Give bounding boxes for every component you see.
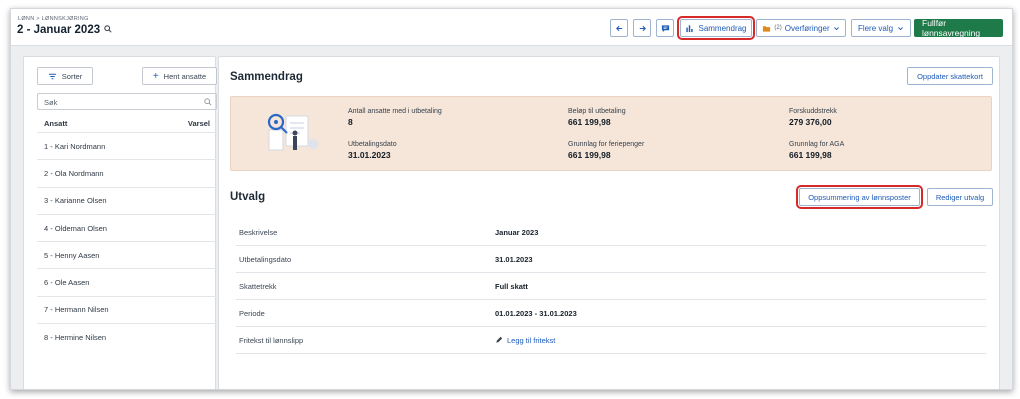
update-tax-card-button[interactable]: Oppdater skattekort [907, 67, 993, 85]
summary-aga-basis: Grunnlag for AGA 661 199,98 [789, 141, 844, 160]
summary-payment-date-value: 31.01.2023 [348, 150, 391, 160]
table-row: Fritekst til lønnslipp Legg til fritekst [236, 327, 986, 354]
transfers-label: Overføringer [784, 23, 830, 33]
column-alert[interactable]: Varsel [188, 119, 210, 128]
folder-icon [763, 25, 771, 32]
sort-icon [48, 73, 56, 79]
summary-amount-value: 661 199,98 [568, 117, 611, 127]
summary-tax: Forskuddstrekk 279 376,00 [789, 108, 837, 127]
summary-aga-basis-label: Grunnlag for AGA [789, 141, 845, 148]
transfers-count: (2) [774, 25, 782, 31]
summary-title: Sammendrag [230, 71, 303, 83]
table-row: Periode 01.01.2023 - 31.01.2023 [236, 300, 986, 327]
complete-payroll-button[interactable]: Fullfør lønnsavregning [914, 18, 1003, 38]
summary-employees: Antall ansatte med i utbetaling 8 [348, 108, 442, 127]
summary-employees-value: 8 [348, 117, 353, 127]
row-value: 31.01.2023 [495, 254, 533, 264]
add-free-text-link[interactable]: Legg til fritekst [495, 336, 555, 345]
summary-payment-date-label: Utbetalingsdato [348, 141, 397, 148]
page-title-text: 2 - Januar 2023 [17, 24, 101, 36]
selection-title: Utvalg [230, 191, 266, 203]
arrow-right-icon [639, 25, 646, 31]
list-item[interactable]: 4 - Oldeman Olsen [37, 213, 217, 241]
employee-list: 1 - Kari Nordmann 2 - Ola Nordmann 3 - K… [37, 132, 217, 350]
table-row: Skattetrekk Full skatt [236, 273, 986, 300]
row-value: Full skatt [495, 281, 528, 291]
summary-amount: Beløp til utbetaling 661 199,98 [568, 108, 626, 127]
employee-panel: Sorter + Hent ansatte Søk Ansatt Varsel … [23, 56, 217, 389]
summary-aga-basis-value: 661 199,98 [789, 150, 832, 160]
list-item[interactable]: 7 - Hermann Nilsen [37, 295, 217, 323]
sort-label: Sorter [61, 71, 83, 81]
add-free-text-label: Legg til fritekst [507, 335, 556, 345]
page-title: 2 - Januar 2023 [17, 24, 112, 36]
summary-box: Antall ansatte med i utbetaling 8 Beløp … [230, 96, 992, 171]
list-item[interactable]: 3 - Karianne Olsen [37, 186, 217, 214]
payroll-posts-summary-button[interactable]: Oppsummering av lønnsposter [796, 185, 923, 209]
edit-selection-button[interactable]: Rediger utvalg [927, 188, 993, 206]
row-value: 01.01.2023 - 31.01.2023 [495, 308, 577, 318]
arrow-left-button[interactable] [610, 19, 628, 37]
search-placeholder: Søk [44, 98, 58, 107]
transfers-dropdown[interactable]: (2) Overføringer [756, 19, 846, 37]
summary-button-label: Sammendrag [698, 23, 747, 33]
breadcrumb[interactable]: LØNN > LØNNSKJØRING [18, 16, 89, 22]
table-row: Utbetalingsdato 31.01.2023 [236, 246, 986, 273]
app-window: LØNN > LØNNSKJØRING 2 - Januar 2023 Samm… [10, 8, 1013, 390]
selection-table: Beskrivelse Januar 2023 Utbetalingsdato … [236, 219, 986, 354]
fetch-employees-button[interactable]: + Hent ansatte [142, 67, 217, 85]
list-item[interactable]: 8 - Hermine Nilsen [37, 323, 217, 350]
list-item[interactable]: 5 - Henny Aasen [37, 241, 217, 268]
row-key: Utbetalingsdato [239, 254, 292, 264]
chevron-down-icon [833, 26, 839, 30]
summary-employees-label: Antall ansatte med i utbetaling [348, 108, 442, 115]
pencil-icon [496, 336, 503, 343]
top-bar: LØNN > LØNNSKJØRING 2 - Januar 2023 Samm… [11, 9, 1012, 46]
row-key: Beskrivelse [239, 227, 278, 237]
more-options-label: Flere valg [857, 23, 894, 33]
column-employee[interactable]: Ansatt [44, 119, 67, 128]
summary-payment-date: Utbetalingsdato 31.01.2023 [348, 141, 397, 160]
row-value: Januar 2023 [495, 227, 539, 237]
payroll-illustration [267, 113, 318, 151]
summary-tax-value: 279 376,00 [789, 117, 832, 127]
row-key: Periode [239, 308, 265, 318]
more-options-dropdown[interactable]: Flere valg [851, 19, 911, 37]
list-item[interactable]: 2 - Ola Nordmann [37, 159, 217, 186]
employee-search-input[interactable]: Søk [37, 93, 217, 110]
comment-button[interactable] [656, 19, 674, 37]
table-row: Beskrivelse Januar 2023 [236, 219, 986, 246]
summary-button[interactable]: Sammendrag [677, 16, 755, 40]
summary-tax-label: Forskuddstrekk [789, 108, 837, 115]
row-key: Fritekst til lønnslipp [239, 335, 304, 345]
employee-list-header: Ansatt Varsel [44, 119, 210, 128]
bar-chart-icon [686, 24, 694, 32]
arrow-left-icon [615, 25, 622, 31]
main-panel: Sammendrag Oppdater skattekort Antall an… [218, 56, 1000, 389]
list-item[interactable]: 1 - Kari Nordmann [37, 132, 217, 159]
search-icon [204, 98, 212, 106]
summary-amount-label: Beløp til utbetaling [568, 108, 626, 115]
search-icon[interactable] [104, 24, 112, 36]
comment-icon [661, 24, 669, 32]
row-value: Legg til fritekst [495, 336, 555, 345]
sort-button[interactable]: Sorter [37, 67, 93, 85]
summary-holiday-basis-label: Grunnlag for feriepenger [568, 141, 645, 148]
summary-holiday-basis: Grunnlag for feriepenger 661 199,98 [568, 141, 644, 160]
plus-icon: + [152, 70, 159, 82]
summary-holiday-basis-value: 661 199,98 [568, 150, 611, 160]
chevron-down-icon [898, 26, 903, 30]
list-item[interactable]: 6 - Ole Aasen [37, 268, 217, 295]
arrow-right-button[interactable] [633, 19, 651, 37]
fetch-employees-label: Hent ansatte [163, 71, 207, 81]
row-key: Skattetrekk [239, 281, 277, 291]
